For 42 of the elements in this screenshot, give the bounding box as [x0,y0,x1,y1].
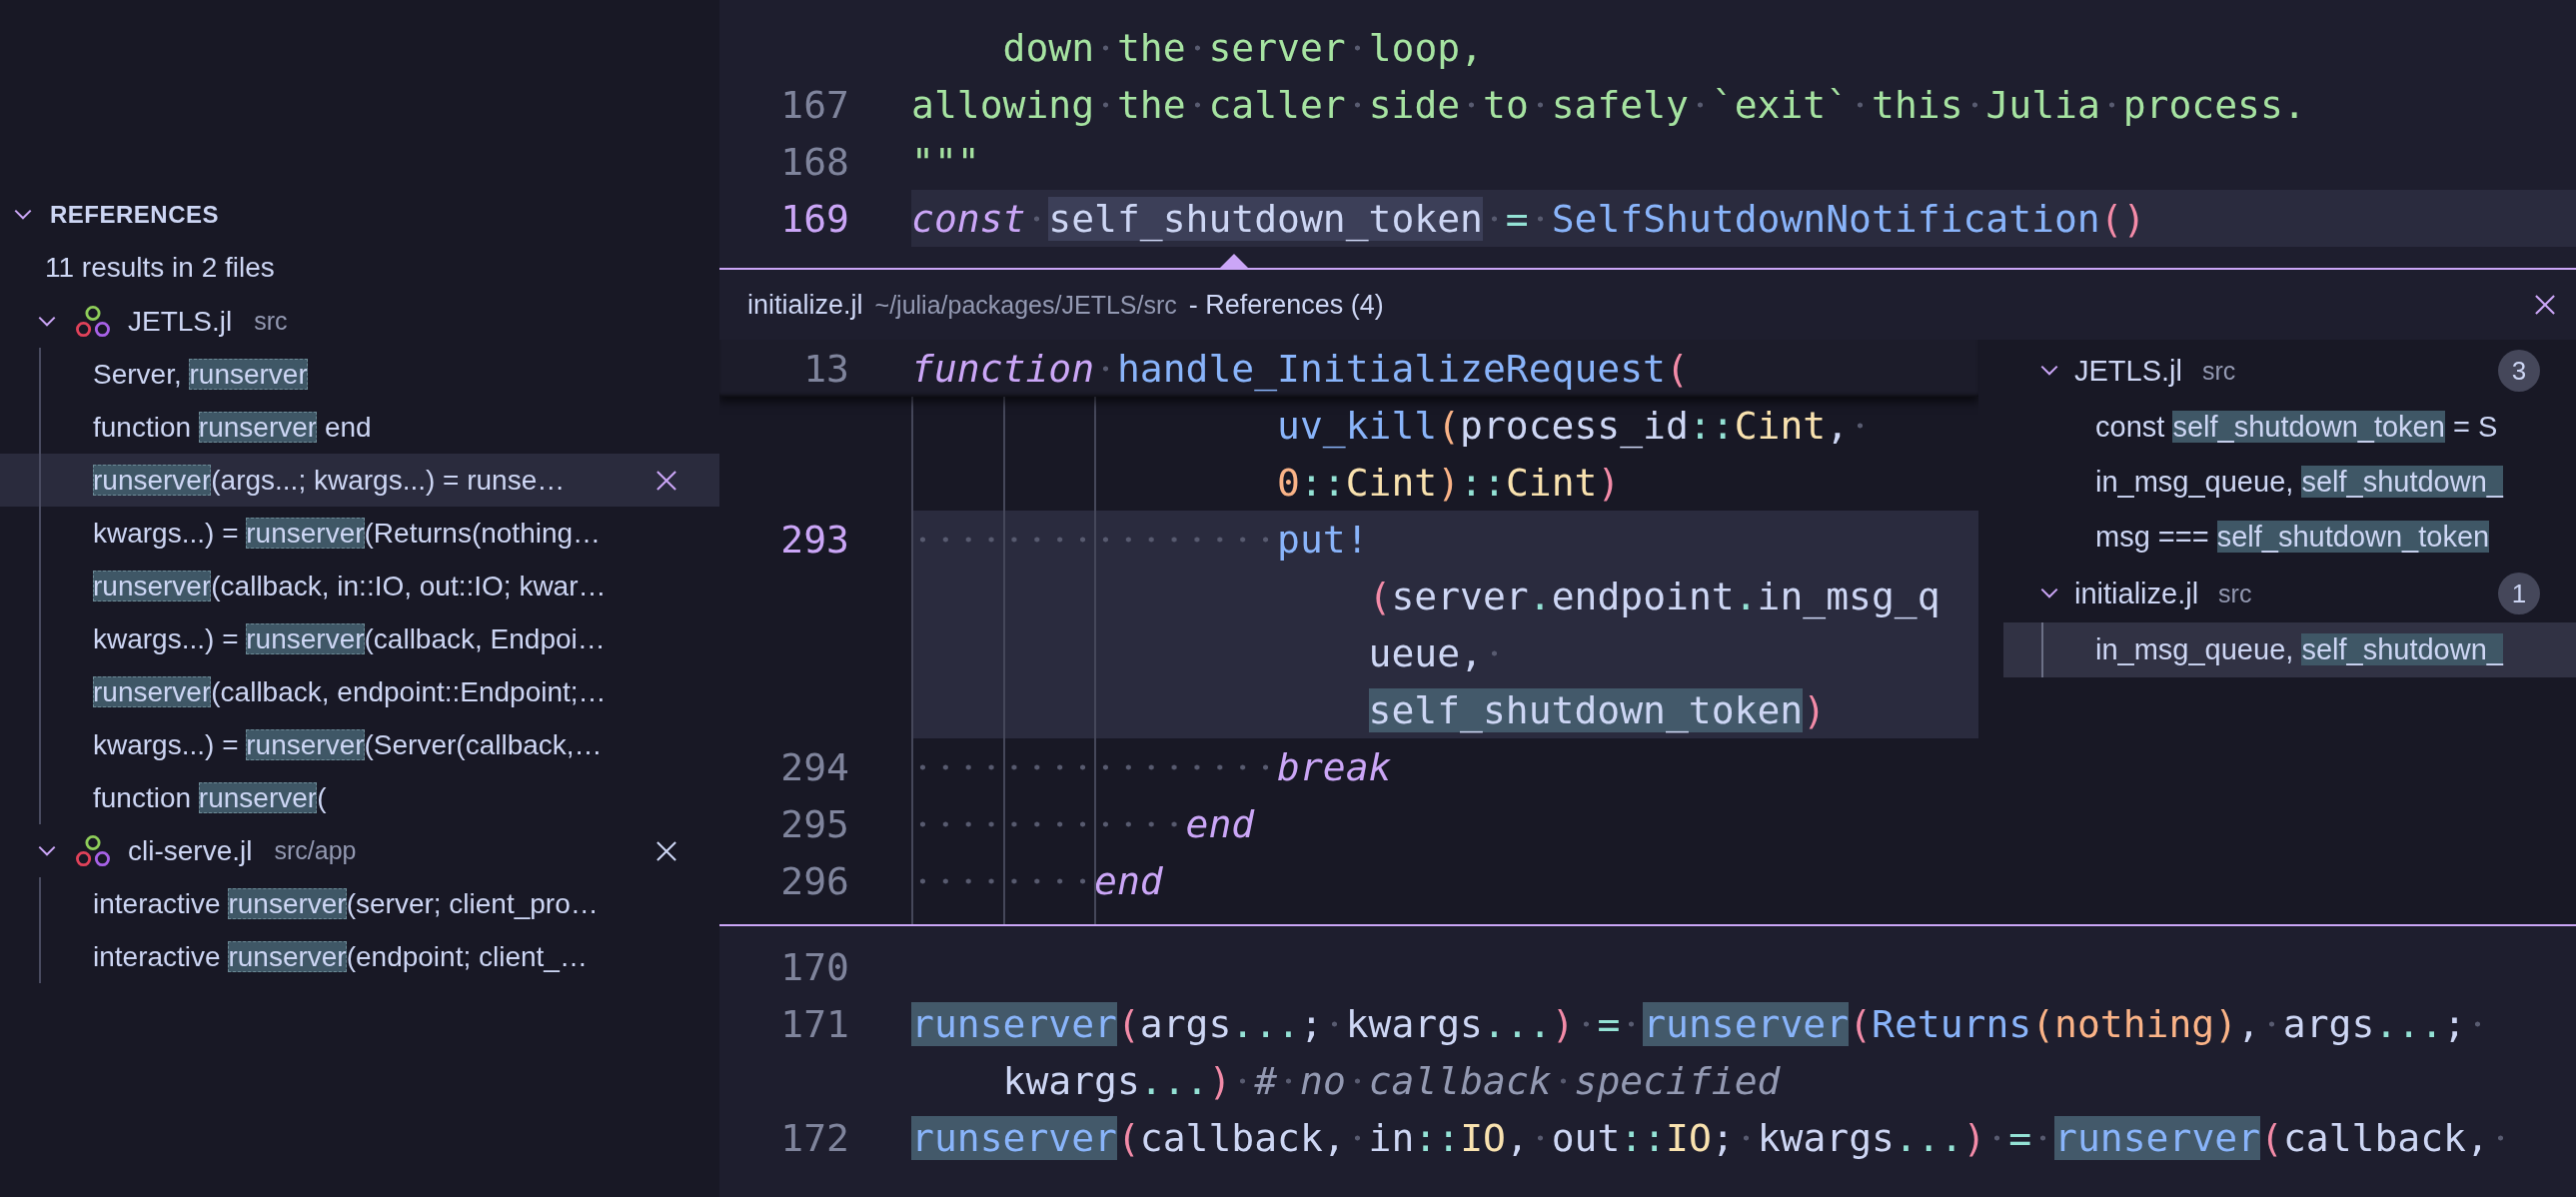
reference-item[interactable]: const self_shutdown_token = S [1978,400,2576,455]
file-group-row[interactable]: initialize.jl src 1 [1978,565,2576,622]
line-number: 172 [780,1115,849,1160]
code-line: function handle_InitializeRequest( [911,346,1689,391]
code-line: ueue, [911,630,1506,675]
file-group-row[interactable]: JETLS.jl src 3 [1978,342,2576,400]
line-number: 169 [780,196,849,241]
line-number: 294 [780,744,849,789]
count-badge: 1 [2498,573,2540,614]
code-line: kwargs...) # no callback specified [1001,1058,1781,1103]
close-icon[interactable] [2532,292,2558,318]
reference-item[interactable]: msg === self_shutdown_token [1978,510,2576,565]
code-line: """ [911,139,980,184]
line-number: 171 [780,1001,849,1046]
results-summary: 11 results in 2 files [44,250,276,285]
peek-title: - References (4) [1188,289,1384,321]
line-number: 296 [780,858,849,903]
line-number: 293 [780,517,849,562]
line-number: 170 [780,944,849,989]
code-line: const self_shutdown_token = SelfShutdownNotification() [911,196,2146,241]
three-circles-icon [74,304,112,339]
file-name: initialize.jl [747,289,863,321]
code-line: (server.endpoint.in_msg_q [1367,574,1940,618]
reference-item[interactable]: runserver(args...; kwargs...) = runse… [0,454,719,507]
file-path: ~/julia/packages/JETLS/src [874,290,1177,320]
code-line: runserver(callback, in::IO, out::IO; kwargs...) = runserver(callback, [911,1115,2512,1160]
code-line: 0::Cint)::Cint) [1276,460,1621,505]
line-number: 168 [780,139,849,184]
file-group-row[interactable]: JETLS.jl src [0,295,719,348]
count-badge: 3 [2498,350,2540,392]
three-circles-icon [74,833,112,868]
code-line: down the server loop, [1001,25,1483,70]
code-line: uv_kill(process_id::Cint, [911,403,1872,448]
reference-item[interactable]: in_msg_queue, self_shutdown_ [2003,622,2576,677]
line-number: 167 [780,82,849,127]
line-number: 295 [780,801,849,846]
code-line: runserver(args...; kwargs...) = runserver(Returns(nothing), args...; [911,1001,2489,1046]
reference-item[interactable]: in_msg_queue, self_shutdown_ [1978,455,2576,510]
line-number: 13 [803,346,849,391]
code-line: allowing the caller side to safely `exit` this Julia process. [911,82,2306,127]
references-section-header[interactable]: REFERENCES [0,190,719,240]
file-group-row[interactable]: cli-serve.jl src/app [0,824,719,877]
